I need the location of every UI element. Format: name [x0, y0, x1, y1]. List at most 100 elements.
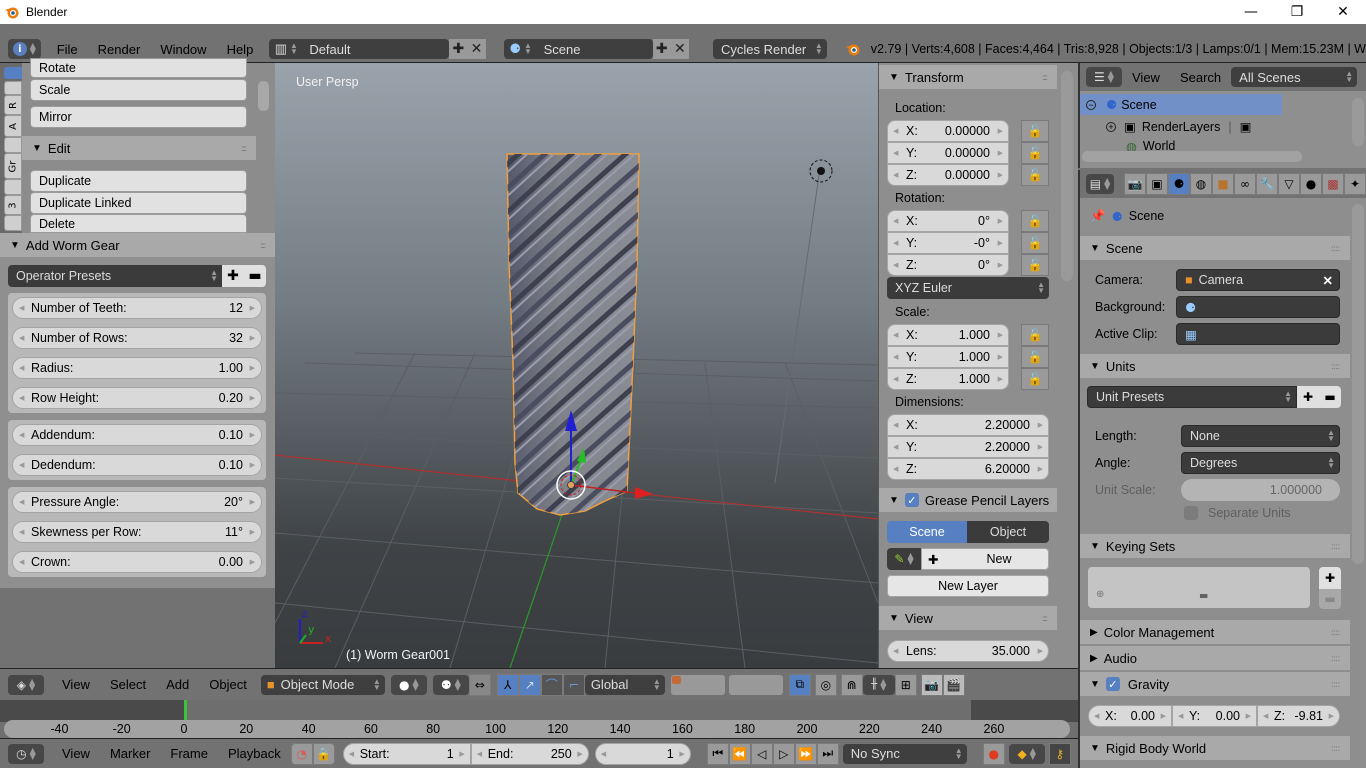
keying-set-selector[interactable]: ◆ ▲ ▼ [1008, 743, 1045, 764]
delete-layout-button[interactable]: ✕ [467, 39, 486, 59]
outliner-menu-view[interactable]: View [1122, 70, 1170, 85]
timeline-scrubbing-bar[interactable] [4, 720, 1070, 738]
editor-type-button[interactable]: i ▲ ▼ [8, 39, 41, 59]
row-height-field[interactable]: ◀ Row Height: 0.20 ▶ [12, 387, 262, 409]
auto-keying-record-icon[interactable]: ● [982, 742, 1005, 765]
frame-menu[interactable]: Frame [160, 746, 218, 761]
worm-gear-object[interactable] [500, 63, 645, 668]
drag-grip-icon[interactable]: :::: [1331, 244, 1340, 253]
menu-help[interactable]: Help [217, 42, 264, 57]
select-menu[interactable]: Select [100, 677, 156, 692]
gravity-panel-header[interactable]: ▼ ✓ Gravity:::: [1080, 672, 1350, 696]
restore-button[interactable]: ❐ [1274, 0, 1320, 24]
units-panel-header[interactable]: ▼ Units:::: [1080, 354, 1350, 378]
location-x-field[interactable]: ◀ X: 0.00000 ▶ [887, 120, 1009, 142]
tool-tab-blank2[interactable] [4, 137, 22, 153]
separate-units-checkbox[interactable]: Separate Units [1184, 506, 1291, 520]
tool-shelf-scrollbar[interactable] [258, 81, 269, 111]
snap-toggle-icon[interactable]: ⋒ [840, 673, 863, 696]
render-engine-selector[interactable]: Cycles Render ▲ ▼ [713, 39, 827, 59]
modifiers-tab-icon[interactable]: 🔧 [1256, 173, 1278, 195]
scale-x-field[interactable]: ◀ X: 1.000 ▶ [887, 324, 1009, 346]
rotation-z-field[interactable]: ◀ Z: 0° ▶ [887, 254, 1009, 276]
lock-location-x-button[interactable]: 🔓 [1021, 120, 1049, 142]
close-button[interactable]: ✕ [1320, 0, 1366, 24]
grease-pencil-layers-header[interactable]: ▼ ✓ Grease Pencil Layers [879, 488, 1057, 512]
drag-grip-icon[interactable]: :::: [1331, 628, 1340, 637]
lock-rotation-x-button[interactable]: 🔓 [1021, 210, 1049, 232]
outliner-vscrollbar[interactable] [1352, 98, 1364, 146]
lock-location-y-button[interactable]: 🔓 [1021, 142, 1049, 164]
texture-tab-icon[interactable]: ▩ [1322, 173, 1344, 195]
grease-pencil-datablock-selector[interactable]: ✎ ▲ ▼ [887, 548, 921, 570]
duplicate-button[interactable]: Duplicate [30, 170, 247, 192]
duplicate-linked-button[interactable]: Duplicate Linked [30, 192, 247, 214]
rigid-body-world-panel-header[interactable]: ▼ Rigid Body World:::: [1080, 736, 1350, 760]
lock-time-cursor-icon[interactable]: 🔒 [312, 742, 335, 765]
render-tab-icon[interactable]: 📷 [1124, 173, 1146, 195]
minimize-button[interactable]: — [1228, 0, 1274, 24]
location-y-field[interactable]: ◀ Y: 0.00000 ▶ [887, 142, 1009, 164]
opengl-render-animation-icon[interactable]: 🎬 [942, 673, 965, 696]
mirror-button[interactable]: Mirror [30, 106, 247, 128]
outliner-item-renderlayers[interactable]: + ▣ RenderLayers | ▣ [1106, 116, 1306, 137]
gravity-checkbox[interactable]: ✓ [1105, 677, 1120, 691]
audio-panel-header[interactable]: ▶ Audio:::: [1080, 646, 1350, 670]
scale-z-field[interactable]: ◀ Z: 1.000 ▶ [887, 368, 1009, 390]
background-scene-field[interactable]: ⚈ [1176, 296, 1340, 318]
drag-grip-icon[interactable]: :::: [1331, 654, 1340, 663]
dedendum-field[interactable]: ◀ Dedendum: 0.10 ▶ [12, 454, 262, 476]
jump-to-previous-keyframe-icon[interactable]: ⏪ [728, 742, 751, 765]
add-filter-icon[interactable]: ⊕ [1096, 589, 1104, 600]
n-panel-scrollbar[interactable] [1061, 71, 1073, 281]
play-reverse-icon[interactable]: ◁ [750, 742, 773, 765]
lens-field[interactable]: ◀ Lens: 35.000 ▶ [887, 640, 1049, 662]
rotation-y-field[interactable]: ◀ Y: -0° ▶ [887, 232, 1009, 254]
tool-tab-blank3[interactable] [4, 179, 22, 195]
outliner-item-scene[interactable]: − ⚈ Scene [1080, 94, 1282, 115]
scene-tab-icon[interactable]: ⚈ [1168, 173, 1190, 195]
drag-grip-icon[interactable]: :::: [260, 241, 266, 250]
drag-grip-icon[interactable]: :::: [1331, 362, 1340, 371]
edit-panel-header[interactable]: ▼ Edit:::: [22, 136, 256, 160]
layer-buttons-2[interactable] [728, 674, 783, 695]
add-keying-set-button[interactable]: ✚ [1319, 567, 1341, 589]
preview-range-icon[interactable]: ◔ [290, 742, 313, 765]
new-grease-pencil-button[interactable]: ✚ New [921, 548, 1049, 570]
jump-to-start-icon[interactable]: ⏮ [706, 742, 729, 765]
tool-tab-animation[interactable]: A [4, 115, 22, 137]
lock-rotation-y-button[interactable]: 🔓 [1021, 232, 1049, 254]
outliner-display-mode-selector[interactable]: All Scenes ▲ ▼ [1231, 67, 1358, 87]
radius-field[interactable]: ◀ Radius: 1.00 ▶ [12, 357, 262, 379]
unit-scale-field[interactable]: 1.000000 [1181, 479, 1340, 501]
jump-to-end-icon[interactable]: ⏭ [816, 742, 839, 765]
world-tab-icon[interactable]: ◍ [1190, 173, 1212, 195]
properties-scrollbar[interactable] [1352, 204, 1364, 564]
3d-viewport[interactable]: User Persp z y x (1) Worm Gear001 [275, 63, 878, 668]
gravity-x-field[interactable]: ◀ X: 0.00 ▶ [1088, 705, 1172, 727]
drag-grip-icon[interactable]: :::: [1331, 680, 1340, 689]
proportional-editing-icon[interactable]: ◎ [814, 673, 837, 696]
outliner-item-world[interactable]: ◍ World [1126, 139, 1276, 151]
viewport-shading-selector[interactable]: ● ▲ ▼ [390, 674, 427, 695]
timeline-editor[interactable]: -40 -20 0 20 40 60 80 100 120 140 160 180 200 220 240 2… [0, 700, 1078, 738]
clear-camera-icon[interactable]: ✕ [1323, 273, 1333, 288]
number-of-teeth-field[interactable]: ◀ Number of Teeth: 12 ▶ [12, 297, 262, 319]
keying-sets-panel-header[interactable]: ▼ Keying Sets:::: [1080, 534, 1350, 558]
new-layer-button[interactable]: New Layer [887, 575, 1049, 597]
drag-grip-icon[interactable]: :::: [1331, 744, 1340, 753]
length-unit-selector[interactable]: None ▲ ▼ [1181, 425, 1340, 447]
scale-y-field[interactable]: ◀ Y: 1.000 ▶ [887, 346, 1009, 368]
snap-element-selector[interactable]: ╫ ▲ ▼ [862, 674, 895, 695]
pivot-point-selector[interactable]: ⚉ ▲ ▼ [432, 674, 469, 695]
camera-field[interactable]: ■ Camera ✕ [1176, 269, 1340, 291]
layout-selector[interactable]: ▥ ▲ ▼ Default [269, 39, 450, 59]
outliner-menu-search[interactable]: Search [1170, 70, 1231, 85]
grease-pencil-checkbox[interactable]: ✓ [904, 493, 919, 507]
add-scene-button[interactable]: ✚ [652, 39, 671, 59]
outliner-editor-type-button[interactable]: ☰ ▲ ▼ [1086, 67, 1122, 87]
expand-icon[interactable]: + [1106, 121, 1116, 132]
remove-preset-button[interactable]: ▬ [244, 265, 266, 287]
delete-button[interactable]: Delete [30, 214, 247, 233]
add-menu[interactable]: Add [156, 677, 199, 692]
